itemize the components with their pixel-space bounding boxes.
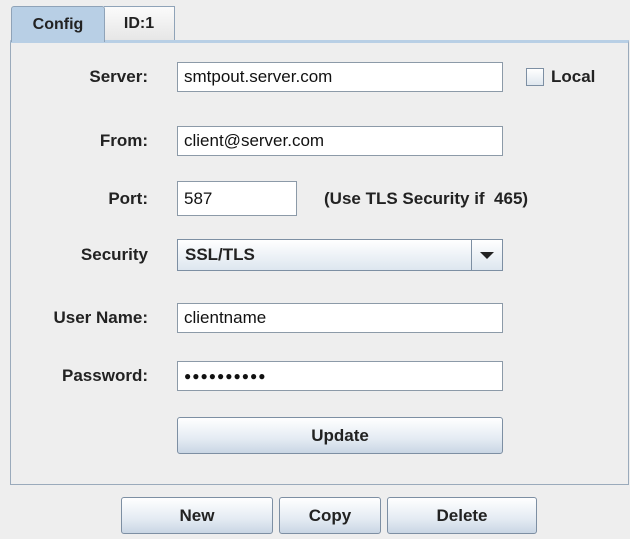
server-input[interactable]: smtpout.server.com (177, 62, 503, 92)
new-button[interactable]: New (121, 497, 273, 534)
security-select[interactable]: SSL/TLS (177, 239, 503, 271)
username-label: User Name: (53, 308, 149, 327)
from-label: From: (99, 131, 148, 150)
copy-button[interactable]: Copy (279, 497, 381, 534)
security-dropdown-button[interactable] (471, 240, 502, 270)
port-label: Port: (108, 189, 148, 208)
password-input[interactable]: ●●●●●●●●●● (177, 361, 503, 391)
port-input[interactable]: 587 (177, 181, 297, 216)
port-hint: (Use TLS Security if 465) (324, 189, 529, 208)
delete-button[interactable]: Delete (387, 497, 537, 534)
server-label: Server: (89, 67, 148, 86)
update-button-label: Update (311, 425, 369, 445)
security-label: Security (80, 245, 148, 264)
local-label: Local (551, 67, 596, 86)
security-selected-value: SSL/TLS (185, 245, 255, 264)
tab-config-label: Config (32, 15, 84, 33)
local-checkbox[interactable] (526, 68, 544, 86)
from-input[interactable]: client@server.com (177, 126, 503, 156)
username-input[interactable]: clientname (177, 303, 503, 333)
password-label: Password: (62, 366, 148, 385)
delete-button-label: Delete (436, 505, 488, 525)
tab-config[interactable]: Config (11, 6, 105, 42)
new-button-label: New (179, 505, 215, 525)
chevron-down-icon (480, 251, 494, 259)
tab-id1[interactable]: ID:1 (104, 6, 175, 40)
update-button[interactable]: Update (177, 417, 503, 454)
copy-button-label: Copy (308, 505, 352, 525)
tab-id1-label: ID:1 (123, 14, 155, 32)
